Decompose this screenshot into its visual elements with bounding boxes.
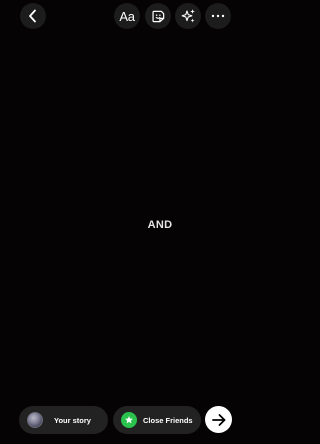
- avatar: [27, 412, 43, 428]
- more-options-button[interactable]: [205, 3, 231, 29]
- effects-button[interactable]: [175, 3, 201, 29]
- share-bar: Your story Close Friends: [0, 400, 250, 444]
- arrow-right-icon: [211, 413, 225, 426]
- sticker-icon: [151, 10, 164, 22]
- back-button[interactable]: [20, 3, 46, 29]
- your-story-button[interactable]: Your story: [19, 406, 108, 434]
- sticker-button[interactable]: [145, 3, 171, 29]
- your-story-label: Your story: [54, 415, 91, 425]
- more-horizontal-icon: [211, 14, 225, 18]
- text-tool-button[interactable]: Aa: [114, 3, 140, 29]
- close-friends-button[interactable]: Close Friends: [113, 406, 201, 434]
- story-text-overlay[interactable]: AND: [140, 219, 180, 231]
- sparkles-icon: [181, 9, 195, 23]
- story-canvas[interactable]: Aa AND Your story Close Friends: [0, 0, 250, 444]
- close-friends-star-icon: [121, 412, 137, 428]
- text-tool-label: Aa: [119, 8, 135, 24]
- close-friends-label: Close Friends: [143, 415, 193, 425]
- send-button[interactable]: [205, 406, 232, 433]
- chevron-left-icon: [29, 9, 36, 23]
